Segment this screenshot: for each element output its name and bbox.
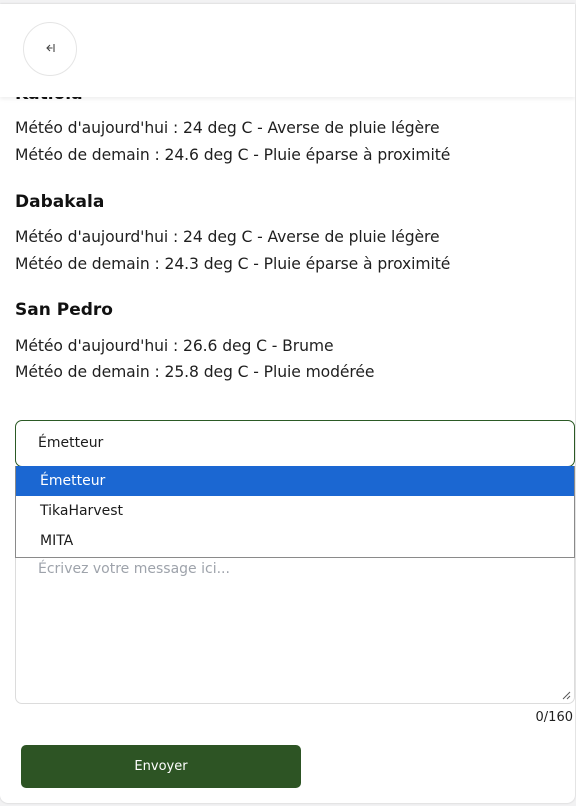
send-button[interactable]: Envoyer xyxy=(21,745,301,788)
message-textarea[interactable]: Écrivez votre message ici... xyxy=(15,544,575,704)
message-placeholder: Écrivez votre message ici... xyxy=(38,561,230,577)
dropdown-option-mita[interactable]: MITA xyxy=(16,526,574,556)
collapse-left-icon xyxy=(43,40,57,59)
tomorrow-weather: Météo de demain : 25.8 deg C - Pluie mod… xyxy=(15,363,375,381)
today-weather: Météo d'aujourd'hui : 26.6 deg C - Brume xyxy=(15,337,334,355)
tomorrow-weather: Météo de demain : 24.6 deg C - Pluie épa… xyxy=(15,146,451,164)
resize-handle-icon[interactable] xyxy=(561,690,571,700)
message-card: Katiola Météo d'aujourd'hui : 24 deg C -… xyxy=(0,4,575,803)
dropdown-option-emetteur[interactable]: Émetteur xyxy=(16,466,574,496)
sender-select-value: Émetteur xyxy=(38,435,104,451)
back-button[interactable] xyxy=(23,22,77,76)
character-counter: 0/160 xyxy=(535,710,573,725)
sender-dropdown: Émetteur TikaHarvest MITA xyxy=(15,466,575,558)
top-bar xyxy=(0,4,575,97)
today-weather: Météo d'aujourd'hui : 24 deg C - Averse … xyxy=(15,119,440,137)
dropdown-option-tikaharvest[interactable]: TikaHarvest xyxy=(16,496,574,526)
today-weather: Météo d'aujourd'hui : 24 deg C - Averse … xyxy=(15,228,440,246)
city-title: San Pedro xyxy=(15,300,113,320)
city-title: Dabakala xyxy=(15,192,105,212)
tomorrow-weather: Météo de demain : 24.3 deg C - Pluie épa… xyxy=(15,255,451,273)
sender-select[interactable]: Émetteur xyxy=(15,420,575,467)
